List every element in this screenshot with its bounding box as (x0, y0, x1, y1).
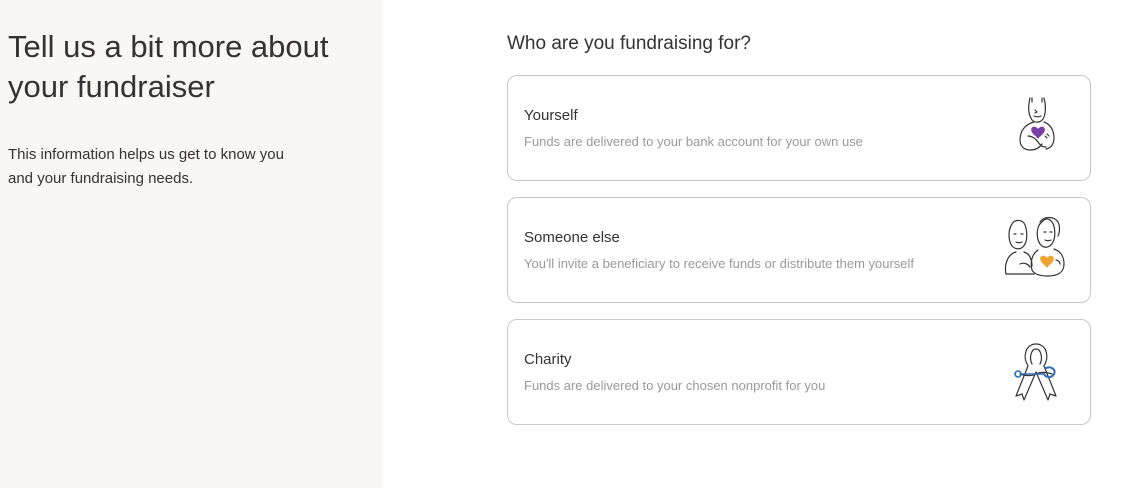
option-someone-else[interactable]: Someone else You'll invite a beneficiary… (507, 197, 1091, 303)
option-yourself[interactable]: Yourself Funds are delivered to your ban… (507, 75, 1091, 181)
intro-panel: Tell us a bit more about your fundraiser… (0, 0, 382, 488)
option-description: You'll invite a beneficiary to receive f… (524, 256, 915, 271)
intro-description: This information helps us get to know yo… (8, 146, 284, 187)
fundraiser-setup-page: Tell us a bit more about your fundraiser… (0, 0, 1132, 488)
charity-ribbon-icon (998, 336, 1074, 408)
option-title: Charity (524, 351, 572, 368)
option-title: Yourself (524, 107, 578, 124)
option-title: Someone else (524, 229, 620, 246)
option-description: Funds are delivered to your bank account… (524, 134, 863, 149)
option-description: Funds are delivered to your chosen nonpr… (524, 378, 826, 393)
person-with-heart-icon (998, 92, 1074, 164)
option-charity[interactable]: Charity Funds are delivered to your chos… (507, 319, 1091, 425)
page-title: Tell us a bit more about your fundraiser (8, 29, 329, 104)
two-people-with-heart-icon (998, 214, 1074, 286)
fundraising-for-options: Yourself Funds are delivered to your ban… (507, 75, 1091, 441)
fundraising-for-question: Who are you fundraising for? (507, 33, 751, 54)
options-panel: Who are you fundraising for? Yourself Fu… (382, 0, 1132, 488)
